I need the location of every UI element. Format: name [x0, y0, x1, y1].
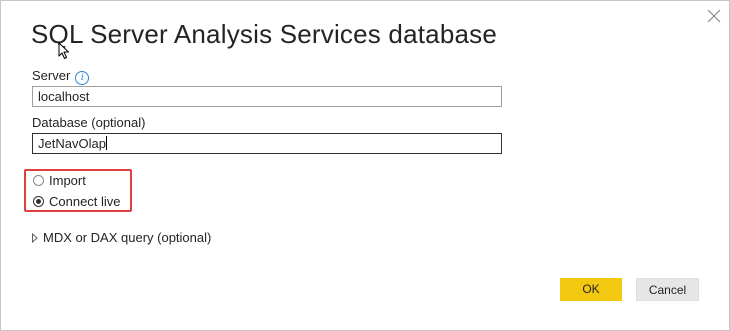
- info-icon[interactable]: i: [75, 71, 90, 85]
- dialog-title: SQL Server Analysis Services database: [31, 19, 497, 49]
- sql-server-analysis-services-dialog: SQL Server Analysis Services database Se…: [0, 0, 730, 331]
- connect-live-radio-label: Connect live: [49, 193, 121, 209]
- chevron-right-icon: [32, 232, 38, 243]
- close-icon: [707, 9, 721, 23]
- server-input[interactable]: localhost: [32, 86, 502, 107]
- server-input-value: localhost: [38, 89, 90, 104]
- text-caret: [105, 136, 107, 150]
- server-label: Server i: [32, 68, 90, 85]
- close-button[interactable]: [706, 8, 722, 24]
- import-radio-option[interactable]: Import: [33, 172, 86, 188]
- server-label-text: Server: [32, 68, 71, 83]
- database-label: Database (optional): [32, 115, 146, 130]
- cancel-button[interactable]: Cancel: [636, 278, 699, 301]
- connect-live-radio-option[interactable]: Connect live: [33, 193, 121, 209]
- import-radio-label: Import: [49, 172, 86, 188]
- mdx-dax-query-label: MDX or DAX query (optional): [43, 230, 212, 245]
- connect-live-radio-button[interactable]: [33, 195, 44, 207]
- import-radio-button[interactable]: [33, 174, 44, 186]
- mouse-pointer-icon: [58, 42, 69, 59]
- mdx-dax-query-expander[interactable]: MDX or DAX query (optional): [31, 230, 211, 245]
- database-input-value: JetNavOlap: [38, 136, 106, 151]
- ok-button[interactable]: OK: [560, 278, 622, 301]
- database-input[interactable]: JetNavOlap: [32, 133, 502, 154]
